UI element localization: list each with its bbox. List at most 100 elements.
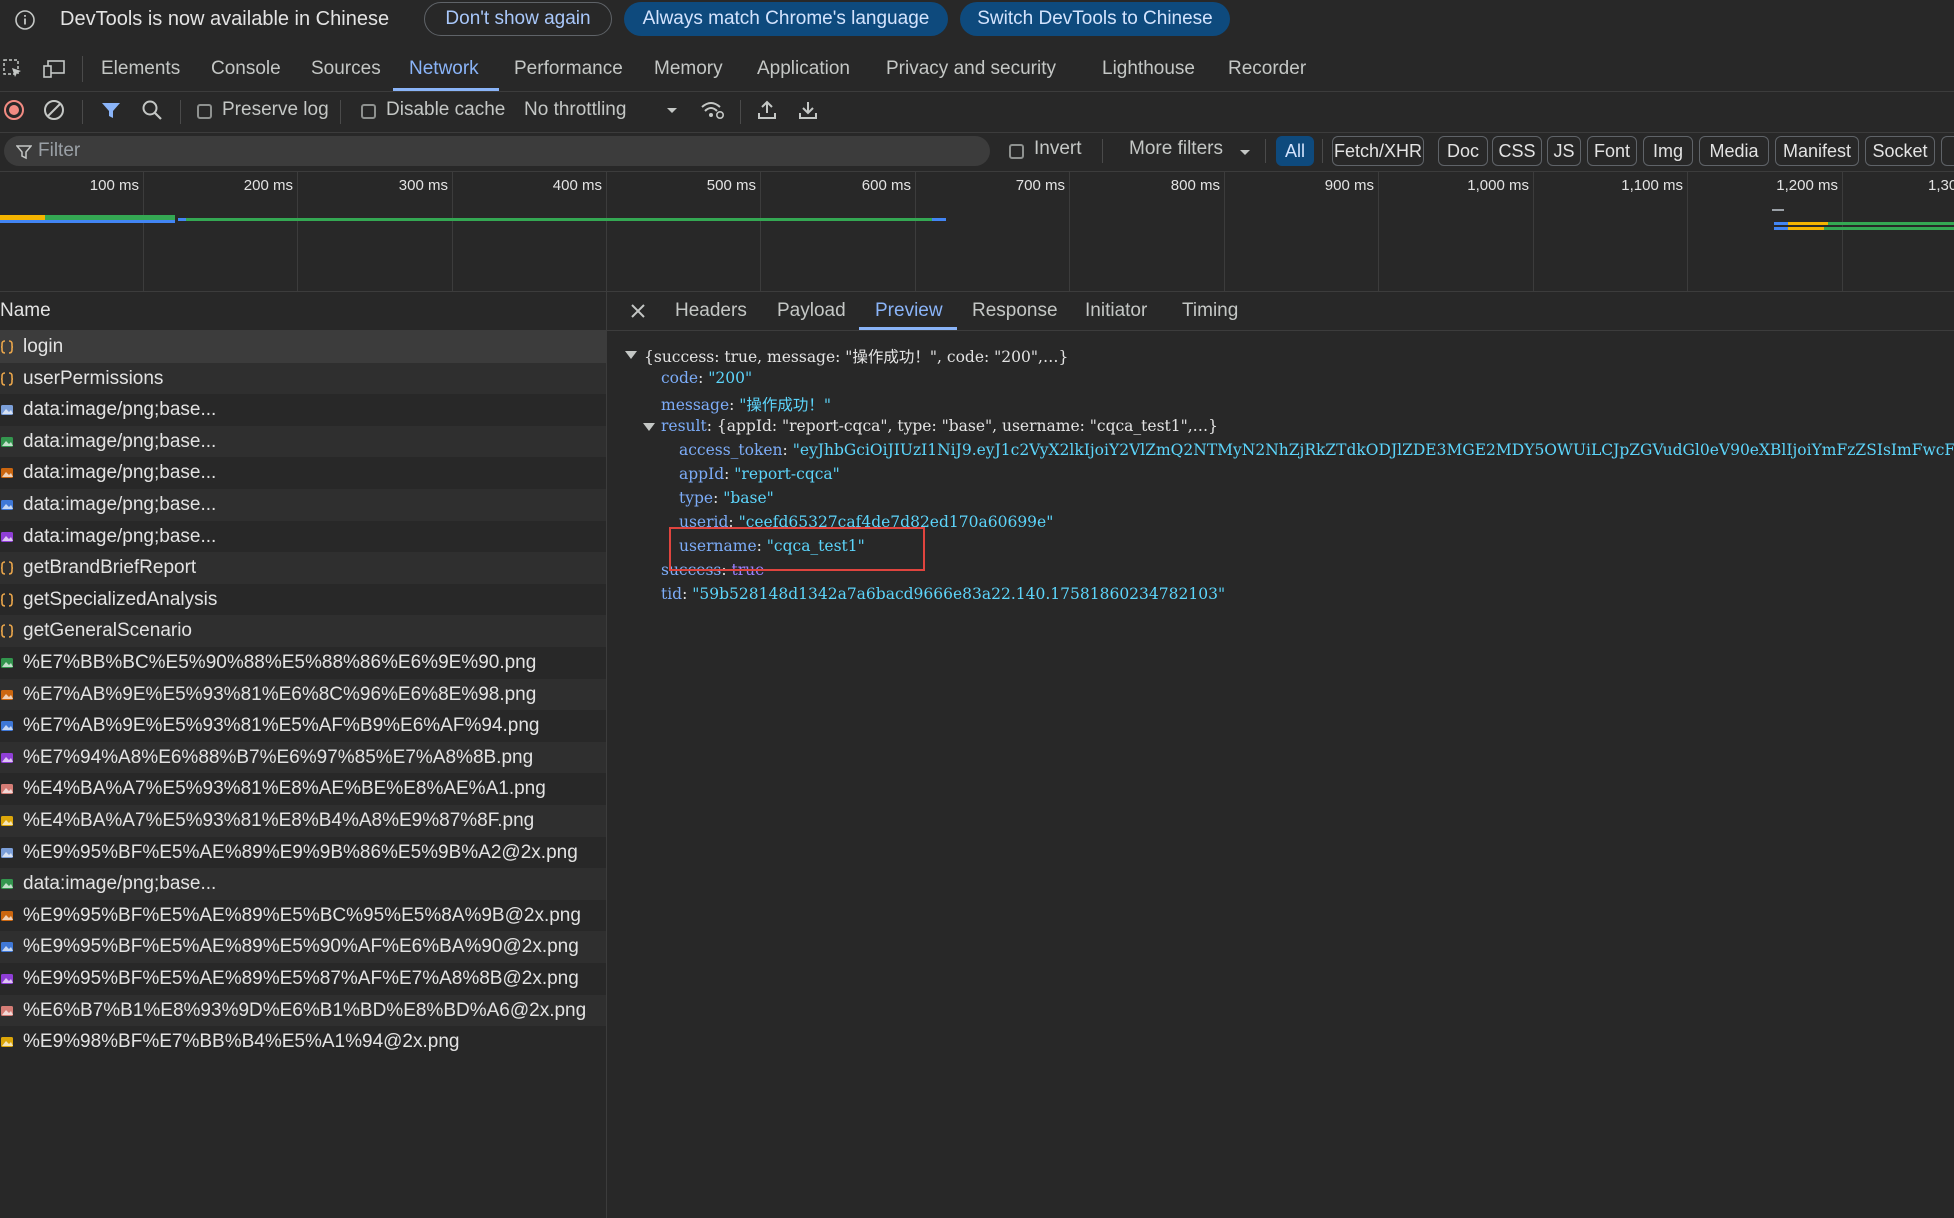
request-row[interactable]: %E9%95%BF%E5%AE%89%E5%87%AF%E7%A8%8B@2x.… xyxy=(0,963,606,995)
waterfall-bar xyxy=(0,220,175,223)
network-conditions-icon[interactable] xyxy=(699,98,725,122)
clear-icon[interactable] xyxy=(42,98,66,122)
filter-input[interactable]: Filter xyxy=(4,136,990,166)
chevron-down-icon[interactable] xyxy=(666,106,678,116)
export-har-icon[interactable] xyxy=(796,98,820,122)
image-icon xyxy=(0,751,14,765)
request-row[interactable]: data:image/png;base... xyxy=(0,425,606,458)
tick-label: 400 ms xyxy=(552,177,602,194)
image-icon xyxy=(0,909,14,923)
inspect-element-icon[interactable] xyxy=(2,58,24,80)
request-row[interactable]: getSpecializedAnalysis xyxy=(0,584,606,616)
tab-recorder[interactable]: Recorder xyxy=(1228,58,1306,80)
chip-css[interactable]: CSS xyxy=(1492,136,1542,166)
chip-media[interactable]: Media xyxy=(1699,136,1769,166)
request-row[interactable]: %E4%BA%A7%E5%93%81%E8%B4%A8%E9%87%8F.png xyxy=(0,805,606,837)
request-row[interactable]: %E4%BA%A7%E5%93%81%E8%AE%BE%E8%AE%A1.png xyxy=(0,773,606,805)
name-column-header[interactable]: Name xyxy=(0,292,606,331)
more-filters-dropdown[interactable]: More filters xyxy=(1129,138,1223,160)
request-row[interactable]: %E7%AB%9E%E5%93%81%E5%AF%B9%E6%AF%94.png xyxy=(0,710,606,742)
chip-all[interactable]: All xyxy=(1276,136,1314,166)
request-row[interactable]: data:image/png;base... xyxy=(0,521,606,553)
request-row[interactable]: %E7%AB%9E%E5%93%81%E6%8C%96%E6%8E%98.png xyxy=(0,678,606,711)
request-row[interactable]: %E9%98%BF%E7%BB%B4%E5%A1%94@2x.png xyxy=(0,1026,606,1058)
more-filters-chevron-icon[interactable] xyxy=(1239,148,1251,158)
preserve-log-checkbox[interactable] xyxy=(197,104,212,119)
tab-response[interactable]: Response xyxy=(972,300,1058,322)
infobar-message: DevTools is now available in Chinese xyxy=(60,8,390,30)
expand-triangle-icon[interactable] xyxy=(643,423,655,431)
tab-timing[interactable]: Timing xyxy=(1182,300,1238,322)
filter-icon[interactable] xyxy=(99,98,123,122)
active-tab-indicator xyxy=(393,88,499,91)
tab-headers[interactable]: Headers xyxy=(675,300,747,322)
tick-label: 600 ms xyxy=(861,177,911,194)
match-language-button[interactable]: Always match Chrome's language xyxy=(624,2,948,36)
request-name: getBrandBriefReport xyxy=(23,557,197,579)
request-row[interactable]: data:image/png;base... xyxy=(0,394,606,426)
fetch-icon xyxy=(0,592,14,607)
request-row[interactable]: login xyxy=(0,331,606,363)
chip-font[interactable]: Font xyxy=(1587,136,1637,166)
dont-show-again-button[interactable]: Don't show again xyxy=(424,2,612,36)
import-har-icon[interactable] xyxy=(755,98,779,122)
tab-sources[interactable]: Sources xyxy=(311,58,381,80)
request-row[interactable]: %E9%95%BF%E5%AE%89%E5%90%AF%E6%BA%90@2x.… xyxy=(0,931,606,963)
network-overview-timeline[interactable]: 100 ms 200 ms 300 ms 400 ms 500 ms 600 m… xyxy=(0,171,1954,292)
request-row[interactable]: %E9%95%BF%E5%AE%89%E5%BC%95%E5%8A%9B@2x.… xyxy=(0,900,606,932)
tab-elements[interactable]: Elements xyxy=(101,58,180,80)
request-row[interactable]: data:image/png;base... xyxy=(0,868,606,900)
request-row[interactable]: %E6%B7%B1%E8%93%9D%E6%B1%BD%E8%BD%A6@2x.… xyxy=(0,994,606,1027)
tick-label: 300 ms xyxy=(398,177,448,194)
image-icon xyxy=(0,972,14,986)
chip-manifest[interactable]: Manifest xyxy=(1775,136,1859,166)
request-row[interactable]: %E9%95%BF%E5%AE%89%E9%9B%86%E5%9B%A2@2x.… xyxy=(0,837,606,869)
tab-network[interactable]: Network xyxy=(409,58,479,80)
tab-preview[interactable]: Preview xyxy=(875,300,943,322)
request-row[interactable]: getGeneralScenario xyxy=(0,615,606,647)
device-toolbar-icon[interactable] xyxy=(42,58,66,80)
request-row[interactable]: data:image/png;base... xyxy=(0,489,606,521)
chip-fetch-xhr[interactable]: Fetch/XHR xyxy=(1332,136,1424,166)
tab-initiator[interactable]: Initiator xyxy=(1085,300,1147,322)
search-icon[interactable] xyxy=(140,98,164,122)
json-line-code: code: "200" xyxy=(661,369,753,387)
tick-label: 100 ms xyxy=(89,177,139,194)
request-row[interactable]: %E7%94%A8%E6%88%B7%E6%97%85%E7%A8%8B.png xyxy=(0,741,606,774)
image-icon xyxy=(0,435,14,449)
tab-lighthouse[interactable]: Lighthouse xyxy=(1102,58,1195,80)
request-name: %E7%AB%9E%E5%93%81%E5%AF%B9%E6%AF%94.png xyxy=(23,715,540,737)
request-name: %E9%95%BF%E5%AE%89%E5%87%AF%E7%A8%8B@2x.… xyxy=(23,968,579,989)
tab-application[interactable]: Application xyxy=(757,58,850,80)
tick-label: 1,100 ms xyxy=(1621,177,1683,194)
json-root-summary[interactable]: {success: true, message: "操作成功！", code: … xyxy=(644,345,1068,367)
request-row[interactable]: getBrandBriefReport xyxy=(0,552,606,584)
waterfall-bar xyxy=(932,218,946,221)
chip-doc[interactable]: Doc xyxy=(1438,136,1488,166)
request-details-panel: Headers Payload Preview Response Initiat… xyxy=(607,292,1954,1218)
tab-payload[interactable]: Payload xyxy=(777,300,846,322)
expand-triangle-icon[interactable] xyxy=(625,351,637,359)
chip-overflow[interactable] xyxy=(1941,136,1954,166)
switch-to-chinese-button[interactable]: Switch DevTools to Chinese xyxy=(960,2,1230,36)
chip-img[interactable]: Img xyxy=(1643,136,1693,166)
json-line-result[interactable]: result: {appId: "report-cqca", type: "ba… xyxy=(661,417,1218,435)
tab-console[interactable]: Console xyxy=(211,58,281,80)
request-row[interactable]: userPermissions xyxy=(0,362,606,395)
filter-funnel-icon xyxy=(16,144,32,160)
tab-privacy-security[interactable]: Privacy and security xyxy=(886,58,1056,80)
request-row[interactable]: %E7%BB%BC%E5%90%88%E5%88%86%E6%9E%90.png xyxy=(0,647,606,679)
chip-js[interactable]: JS xyxy=(1547,136,1581,166)
throttling-select[interactable]: No throttling xyxy=(524,99,626,121)
invert-checkbox[interactable] xyxy=(1009,144,1024,159)
tick-label: 900 ms xyxy=(1324,177,1374,194)
chip-socket[interactable]: Socket xyxy=(1865,136,1935,166)
request-name: %E6%B7%B1%E8%93%9D%E6%B1%BD%E8%BD%A6@2x.… xyxy=(23,999,587,1021)
image-icon xyxy=(0,1035,14,1049)
stop-recording-icon[interactable] xyxy=(3,98,27,122)
close-icon[interactable] xyxy=(629,302,647,320)
tab-performance[interactable]: Performance xyxy=(514,58,623,80)
tab-memory[interactable]: Memory xyxy=(654,58,723,80)
request-row[interactable]: data:image/png;base... xyxy=(0,457,606,489)
disable-cache-checkbox[interactable] xyxy=(361,104,376,119)
